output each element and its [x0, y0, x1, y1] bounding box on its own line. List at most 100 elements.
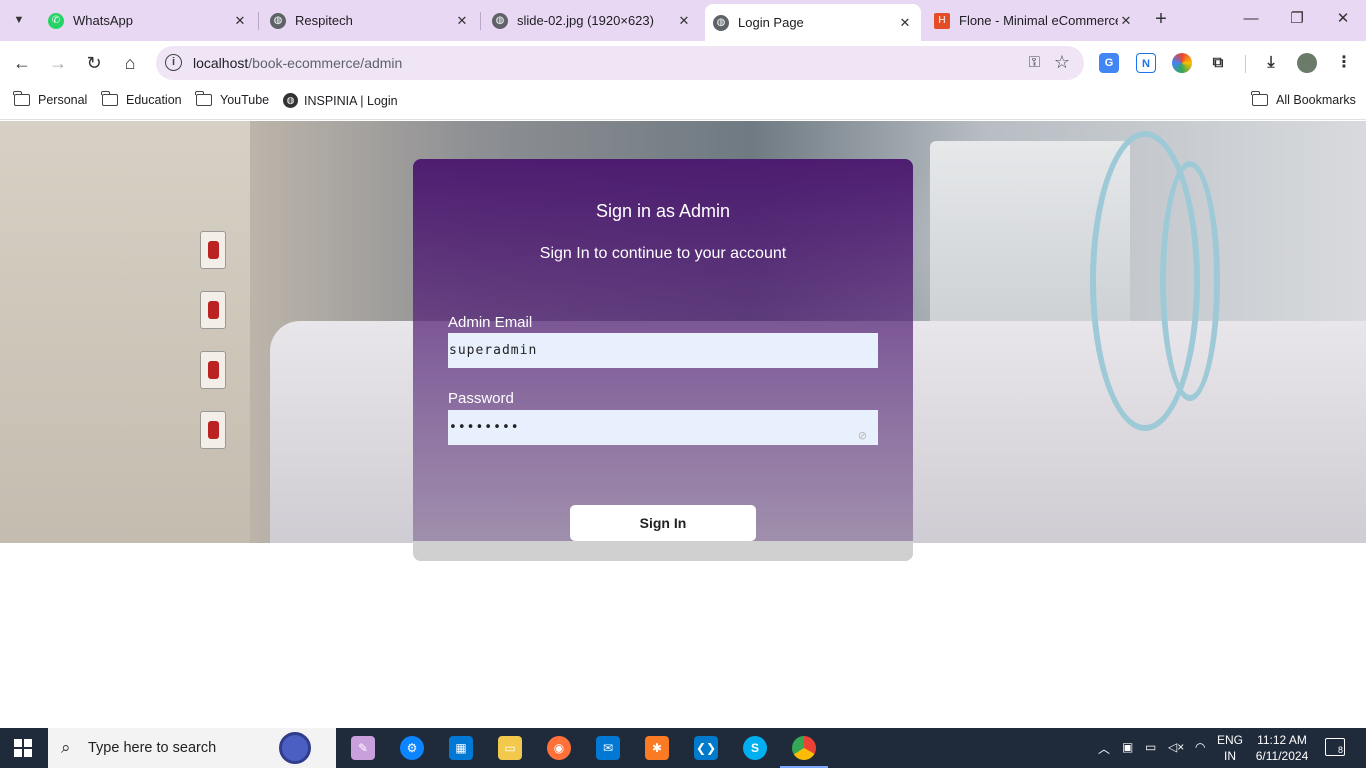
password-field[interactable]: •••••••• ⊘	[448, 410, 878, 445]
home-button[interactable]: ⌂	[118, 51, 142, 75]
tab-respitech[interactable]: ◍ Respitech ✕	[262, 4, 478, 37]
bookmark-inspinia[interactable]: ◍ INSPINIA | Login	[283, 93, 398, 108]
tab-title: slide-02.jpg (1920×623)	[517, 13, 654, 28]
taskbar-search-placeholder: Type here to search	[88, 740, 217, 756]
folder-icon	[1251, 91, 1268, 106]
reload-button[interactable]: ↻	[82, 51, 106, 75]
new-tab-button[interactable]: +	[1150, 8, 1172, 30]
page-content: Sign in as Admin Sign In to continue to …	[0, 121, 1366, 728]
bookmark-star-icon[interactable]: ☆	[1054, 52, 1070, 73]
globe-icon: ◍	[713, 14, 729, 31]
tab-title: WhatsApp	[73, 13, 133, 28]
meet-now-icon[interactable]: ▣	[1122, 740, 1133, 754]
close-icon[interactable]: ✕	[1118, 13, 1134, 29]
tab-title: Login Page	[738, 15, 804, 30]
color-wheel-extension-icon[interactable]	[1172, 53, 1192, 73]
download-icon[interactable]: ⤓	[1261, 53, 1281, 73]
firefox-icon[interactable]: ◉	[547, 736, 571, 760]
all-bookmarks[interactable]: All Bookmarks	[1251, 91, 1356, 107]
volume-muted-icon[interactable]: ◁×	[1168, 740, 1184, 754]
wifi-icon[interactable]: ◠	[1195, 740, 1205, 754]
address-bar[interactable]: i localhost/book-ecommerce/admin ⚿ ☆	[156, 46, 1084, 80]
whatsapp-icon: ✆	[48, 12, 64, 29]
bookmark-youtube[interactable]: YouTube	[195, 91, 270, 107]
bookmark-label: YouTube	[220, 93, 270, 107]
windows-start-icon[interactable]	[14, 739, 32, 757]
paint-app-icon[interactable]: ✎	[351, 736, 375, 760]
login-card: Sign in as Admin Sign In to continue to …	[413, 159, 913, 561]
url-text[interactable]: localhost/book-ecommerce/admin	[193, 55, 402, 71]
store-app-icon[interactable]: ▦	[449, 736, 473, 760]
close-icon[interactable]: ✕	[232, 13, 248, 29]
tray-chevron-icon[interactable]: ︿	[1098, 740, 1110, 757]
hero-outlet	[200, 351, 226, 389]
search-highlight-icon[interactable]	[279, 732, 311, 764]
tab-title: Flone - Minimal eCommerce	[959, 13, 1118, 28]
login-card-footer	[413, 541, 913, 561]
extension-n-icon[interactable]: N	[1136, 53, 1156, 73]
search-icon: ⌕	[61, 738, 71, 757]
tab-divider	[258, 12, 259, 30]
skype-icon[interactable]: S	[743, 736, 767, 760]
extensions-puzzle-icon[interactable]: ⧉	[1208, 53, 1228, 73]
clock[interactable]: 11:12 AM 6/11/2024	[1248, 732, 1316, 764]
bookmark-label: Personal	[38, 93, 88, 107]
password-label: Password	[448, 390, 514, 407]
login-subtitle: Sign In to continue to your account	[539, 245, 787, 262]
tab-strip: ▼ ✆ WhatsApp ✕ ◍ Respitech ✕ ◍ slide-02.…	[0, 0, 1366, 41]
windows-taskbar: ⌕ Type here to search ✎ ⚙ ▦ ▭ ◉ ✉ ✱ ❮❯ S…	[0, 728, 1366, 768]
tab-slide-image[interactable]: ◍ slide-02.jpg (1920×623) ✕	[484, 4, 700, 37]
bookmarks-bar: Personal Education YouTube ◍ INSPINIA | L…	[0, 85, 1366, 120]
mail-icon[interactable]: ✉	[596, 736, 620, 760]
site-info-icon[interactable]: i	[165, 54, 182, 71]
tab-login-page[interactable]: ◍ Login Page ✕	[705, 4, 921, 41]
bookmark-label: INSPINIA | Login	[304, 93, 398, 108]
globe-icon: ◍	[283, 93, 298, 108]
notification-icon[interactable]: 8	[1325, 738, 1345, 756]
battery-icon[interactable]: ▭	[1145, 740, 1156, 754]
back-button[interactable]: ←	[10, 51, 34, 75]
all-bookmarks-label: All Bookmarks	[1276, 93, 1356, 107]
menu-kebab-icon[interactable]: ⋮	[1334, 53, 1354, 73]
email-label: Admin Email	[448, 314, 533, 331]
hero-outlet	[200, 231, 226, 269]
minimize-button[interactable]: —	[1240, 8, 1262, 30]
tab-title: Respitech	[295, 13, 353, 28]
login-title: Sign in as Admin	[595, 201, 731, 221]
folder-icon	[101, 91, 118, 106]
globe-icon: ◍	[492, 12, 508, 29]
close-icon[interactable]: ✕	[676, 13, 692, 29]
hero-tube	[1160, 161, 1220, 401]
flone-icon: H	[934, 12, 950, 29]
vscode-icon[interactable]: ❮❯	[694, 736, 718, 760]
lang-top: ENG	[1216, 733, 1243, 747]
forward-button[interactable]: →	[46, 51, 70, 75]
hero-outlet	[200, 411, 226, 449]
file-explorer-icon[interactable]: ▭	[498, 736, 522, 760]
xampp-icon[interactable]: ✱	[645, 736, 669, 760]
eye-slash-icon[interactable]: ⊘	[854, 419, 872, 444]
bookmark-personal[interactable]: Personal	[13, 91, 88, 107]
bookmark-label: Education	[126, 93, 182, 107]
close-icon[interactable]: ✕	[897, 15, 913, 31]
tab-search-chevron-icon[interactable]: ▼	[6, 7, 32, 33]
tab-flone[interactable]: H Flone - Minimal eCommerce ✕	[926, 4, 1142, 37]
email-field[interactable]: superadmin	[448, 333, 878, 368]
tab-whatsapp[interactable]: ✆ WhatsApp ✕	[40, 4, 256, 37]
browser-toolbar: ← → ↻ ⌂ i localhost/book-ecommerce/admin…	[0, 41, 1366, 85]
google-translate-icon[interactable]: G	[1099, 53, 1119, 73]
settings-app-icon[interactable]: ⚙	[400, 736, 424, 760]
close-icon[interactable]: ✕	[454, 13, 470, 29]
restore-button[interactable]: ❐	[1286, 8, 1308, 30]
folder-icon	[195, 91, 212, 106]
password-key-icon[interactable]: ⚿	[1029, 54, 1040, 71]
close-window-button[interactable]: ✕	[1332, 8, 1354, 30]
lang-bottom: IN	[1224, 749, 1236, 763]
taskbar-search[interactable]: ⌕ Type here to search	[48, 728, 336, 768]
notification-count: 8	[1337, 745, 1343, 755]
bookmark-education[interactable]: Education	[101, 91, 182, 107]
language-indicator[interactable]: ENG IN	[1213, 732, 1247, 764]
profile-avatar[interactable]	[1297, 53, 1317, 73]
chrome-icon[interactable]	[780, 736, 828, 768]
sign-in-button[interactable]: Sign In	[570, 505, 756, 541]
